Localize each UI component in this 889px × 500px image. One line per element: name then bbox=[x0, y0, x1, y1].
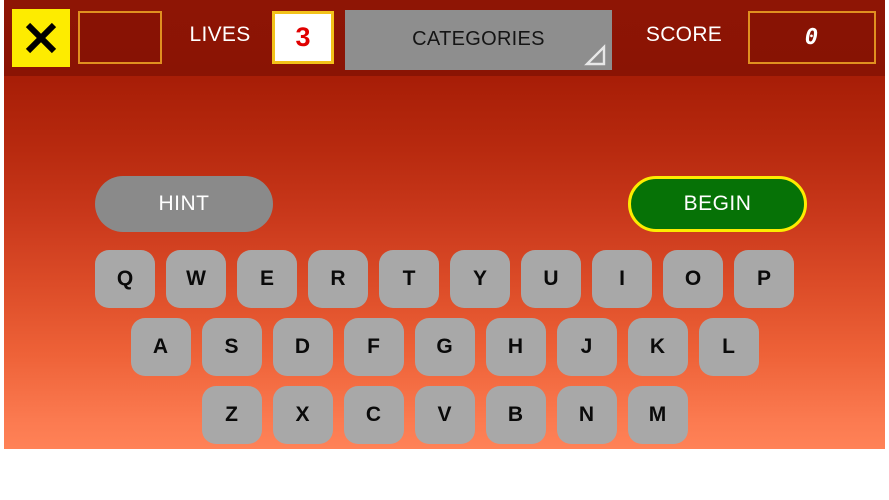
key-s[interactable]: S bbox=[201, 318, 262, 376]
top-status-bar: LIVES 3 CATEGORIES SCORE 0 bbox=[4, 0, 885, 76]
key-q[interactable]: Q bbox=[95, 250, 155, 308]
key-o[interactable]: O bbox=[663, 250, 723, 308]
key-w[interactable]: W bbox=[166, 250, 226, 308]
score-value: 0 bbox=[804, 25, 820, 50]
key-x[interactable]: X bbox=[272, 386, 333, 444]
lives-label: LIVES bbox=[189, 23, 251, 46]
score-box: 0 bbox=[748, 11, 876, 64]
key-h[interactable]: H bbox=[485, 318, 546, 376]
lives-counter-box: 3 bbox=[272, 11, 334, 64]
word-display-box bbox=[78, 11, 162, 64]
key-g[interactable]: G bbox=[414, 318, 475, 376]
key-e[interactable]: E bbox=[237, 250, 297, 308]
key-n[interactable]: N bbox=[556, 386, 617, 444]
key-c[interactable]: C bbox=[343, 386, 404, 444]
key-i[interactable]: I bbox=[592, 250, 652, 308]
begin-button[interactable]: BEGIN bbox=[628, 176, 807, 232]
close-x-icon bbox=[21, 18, 61, 58]
lives-value: 3 bbox=[295, 22, 311, 52]
categories-spinner[interactable]: CATEGORIES bbox=[345, 10, 612, 70]
hint-button[interactable]: HINT bbox=[95, 176, 273, 232]
key-z[interactable]: Z bbox=[201, 386, 262, 444]
key-y[interactable]: Y bbox=[450, 250, 510, 308]
key-p[interactable]: P bbox=[734, 250, 794, 308]
key-a[interactable]: A bbox=[130, 318, 191, 376]
key-t[interactable]: T bbox=[379, 250, 439, 308]
keyboard-row: ASDFGHJKL bbox=[4, 318, 885, 376]
key-j[interactable]: J bbox=[556, 318, 617, 376]
keyboard-row: ZXCVBNM bbox=[4, 386, 885, 444]
categories-spinner-label: CATEGORIES bbox=[412, 28, 545, 50]
spinner-triangle-icon bbox=[584, 44, 606, 66]
key-k[interactable]: K bbox=[627, 318, 688, 376]
key-b[interactable]: B bbox=[485, 386, 546, 444]
letter-keyboard: QWERTYUIOP ASDFGHJKL ZXCVBNM bbox=[4, 250, 885, 449]
key-m[interactable]: M bbox=[627, 386, 688, 444]
score-label: SCORE bbox=[645, 23, 723, 46]
key-f[interactable]: F bbox=[343, 318, 404, 376]
key-d[interactable]: D bbox=[272, 318, 333, 376]
game-screen: LIVES 3 CATEGORIES SCORE 0 HINT BEGIN QW… bbox=[0, 0, 889, 500]
keyboard-row: QWERTYUIOP bbox=[4, 250, 885, 308]
game-surface: LIVES 3 CATEGORIES SCORE 0 HINT BEGIN QW… bbox=[4, 0, 885, 449]
key-u[interactable]: U bbox=[521, 250, 581, 308]
key-v[interactable]: V bbox=[414, 386, 475, 444]
key-r[interactable]: R bbox=[308, 250, 368, 308]
key-l[interactable]: L bbox=[698, 318, 759, 376]
close-x-icon-button[interactable] bbox=[12, 9, 70, 67]
